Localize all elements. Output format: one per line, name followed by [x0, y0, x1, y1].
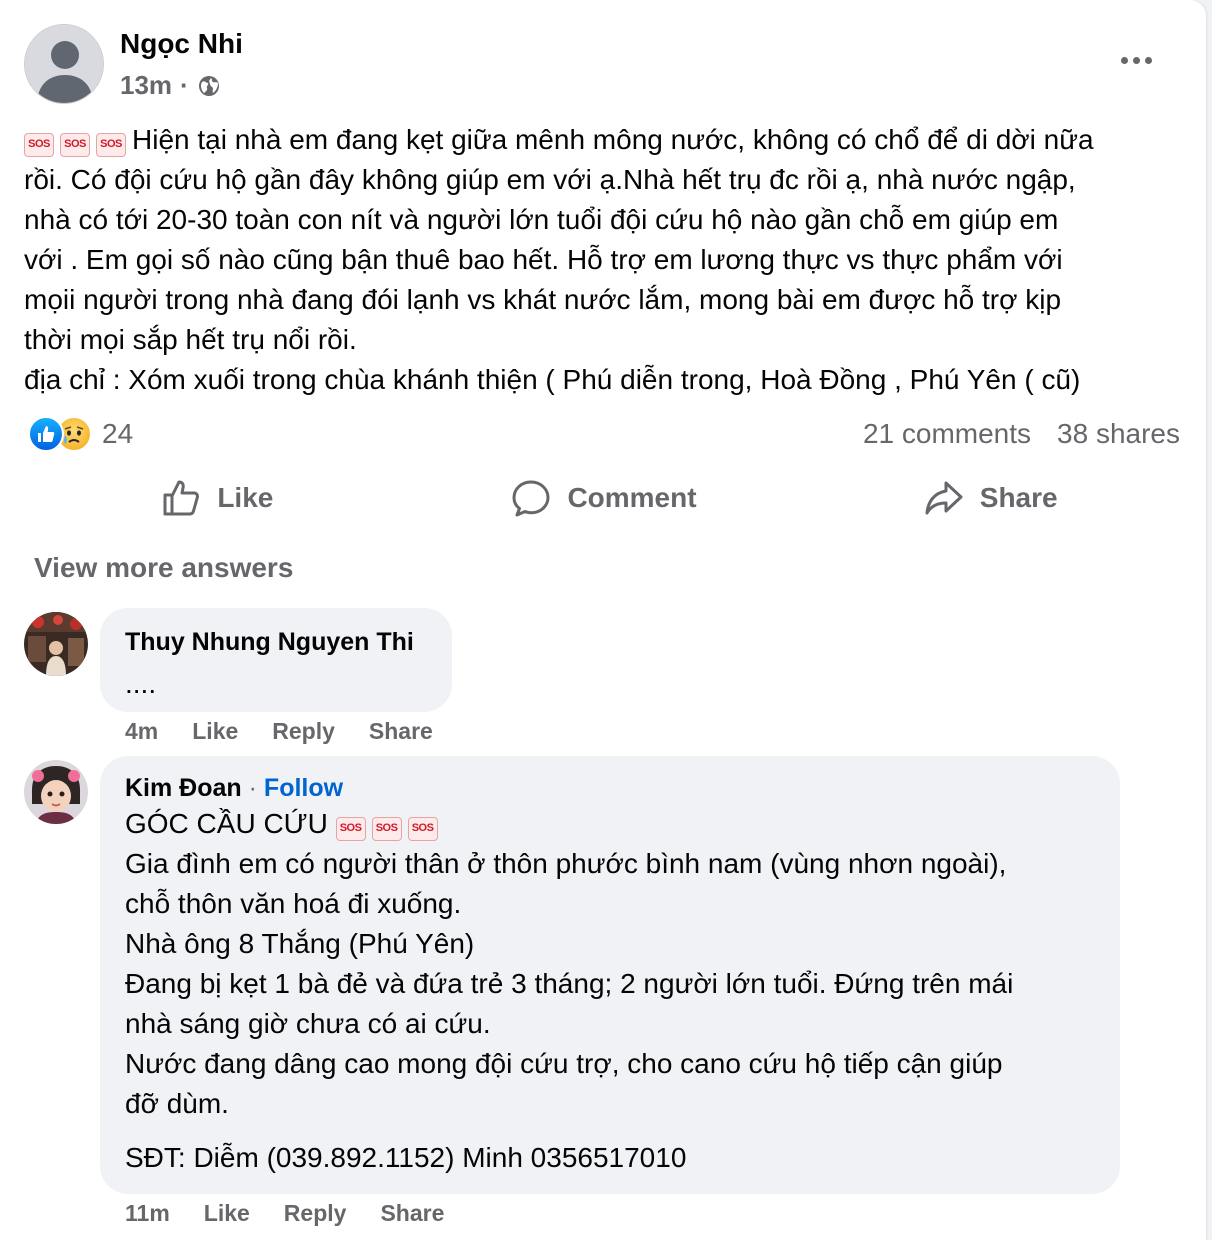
commenter-avatar[interactable] — [24, 612, 88, 676]
reactions-summary[interactable]: 24 — [28, 416, 133, 452]
comment-actions: 4m Like Reply Share — [125, 718, 433, 745]
sos-icon: SOS — [407, 817, 438, 841]
like-button[interactable]: Like — [24, 468, 411, 528]
post-line: rồi. Có đội cứu hộ gần đây không giúp em… — [24, 164, 1076, 195]
comment-line: Nhà ông 8 Thắng (Phú Yên) — [125, 928, 475, 959]
comment-reply-button[interactable]: Reply — [284, 1200, 347, 1227]
post-line: nhà có tới 20-30 toàn con nít và người l… — [24, 204, 1059, 235]
comment-line: chỗ thôn văn hoá đi xuống. — [125, 888, 462, 919]
follow-button[interactable]: Follow — [264, 774, 343, 802]
commenter-name[interactable]: Kim Đoan — [125, 774, 242, 802]
post-line: với . Em gọi số nào cũng bận thuê bao hế… — [24, 244, 1063, 275]
name-separator: · — [248, 774, 257, 802]
share-button[interactable]: Share — [797, 468, 1184, 528]
comment-line: Đang bị kẹt 1 bà đẻ và đứa trẻ 3 tháng; … — [125, 968, 1014, 999]
comment-time[interactable]: 4m — [125, 718, 158, 745]
comment-icon — [512, 480, 550, 517]
comment-reply-button[interactable]: Reply — [272, 718, 335, 745]
share-label: Share — [979, 482, 1058, 513]
comment-share-button[interactable]: Share — [380, 1200, 444, 1227]
engagement-counts: 21 comments 38 shares — [863, 418, 1180, 450]
comment-label: Comment — [567, 482, 697, 513]
post-line: mọii người trong nhà đang đói lạnh vs kh… — [24, 284, 1062, 315]
comment-share-button[interactable]: Share — [369, 718, 433, 745]
sos-icon: SOS — [60, 133, 90, 157]
comment-text: GÓC CẦU CỨU SOS SOS SOS Gia đình em có ngư… — [125, 804, 1105, 1178]
like-icon — [163, 480, 200, 516]
author-avatar[interactable] — [24, 24, 104, 104]
comment-button[interactable]: Comment — [411, 468, 798, 528]
comment-header: Kim Đoan · Follow — [125, 774, 343, 803]
comment-actions: 11m Like Reply Share — [125, 1200, 444, 1227]
commenter-avatar[interactable] — [24, 760, 88, 824]
sos-icon: SOS — [96, 133, 126, 157]
comment-like-button[interactable]: Like — [204, 1200, 250, 1227]
comment-line: Gia đình em có người thân ở thôn phước b… — [125, 848, 1007, 879]
sos-icon: SOS — [335, 817, 366, 841]
like-label: Like — [217, 482, 274, 513]
comments-count[interactable]: 21 comments — [863, 418, 1031, 450]
comment-title-line: GÓC CẦU CỨU SOS SOS SOS — [125, 804, 1105, 844]
comment-line: đỡ dùm. — [125, 1088, 229, 1119]
post-line: SOS SOS SOS Hiện tại nhà em đang kẹt giữa m… — [24, 120, 1194, 160]
post-action-bar: Like Comment Share — [24, 468, 1184, 528]
comment-line: nhà sáng giờ chưa có ai cứu. — [125, 1008, 491, 1039]
comment-like-button[interactable]: Like — [192, 718, 238, 745]
comment-bubble: Kim Đoan · Follow GÓC CẦU CỨU SOS SOS SOS … — [100, 756, 1120, 1194]
shares-count[interactable]: 38 shares — [1057, 418, 1180, 450]
commenter-name[interactable]: Thuy Nhung Nguyen Thi — [125, 628, 414, 657]
author-name[interactable]: Ngọc Nhi — [120, 28, 243, 60]
post-time[interactable]: 13m — [120, 70, 172, 101]
comment-line: Nước đang dâng cao mong đội cứu trợ, cho… — [125, 1048, 1003, 1079]
reaction-count: 24 — [102, 418, 134, 449]
post-text: SOS SOS SOS Hiện tại nhà em đang kẹt giữa m… — [24, 120, 1194, 400]
meta-separator: · — [180, 70, 189, 100]
share-icon — [925, 481, 963, 515]
comment-text: .... — [125, 668, 157, 699]
sos-icon: SOS — [24, 133, 54, 157]
post-line: thời mọi sắp hết trụ nổi rồi. — [24, 324, 357, 355]
post-line: địa chỉ : Xóm xuối trong chùa khánh thiệ… — [24, 364, 1081, 395]
comment-bubble: Thuy Nhung Nguyen Thi .... — [100, 608, 452, 712]
like-reaction-icon — [28, 416, 64, 452]
post-card: Ngọc Nhi 13m · SOS SOS SOS Hiện tại nhà em … — [0, 0, 1206, 1240]
more-icon[interactable] — [1116, 44, 1156, 76]
view-more-answers[interactable]: View more answers — [34, 552, 293, 584]
default-avatar-icon — [25, 25, 103, 103]
sos-icon: SOS — [371, 817, 402, 841]
comment-phone-line: SĐT: Diễm (039.892.1152) Minh 0356517010 — [125, 1142, 687, 1173]
post-meta: 13m · — [120, 70, 221, 101]
comment-time[interactable]: 11m — [125, 1200, 170, 1227]
globe-icon[interactable] — [197, 74, 221, 98]
